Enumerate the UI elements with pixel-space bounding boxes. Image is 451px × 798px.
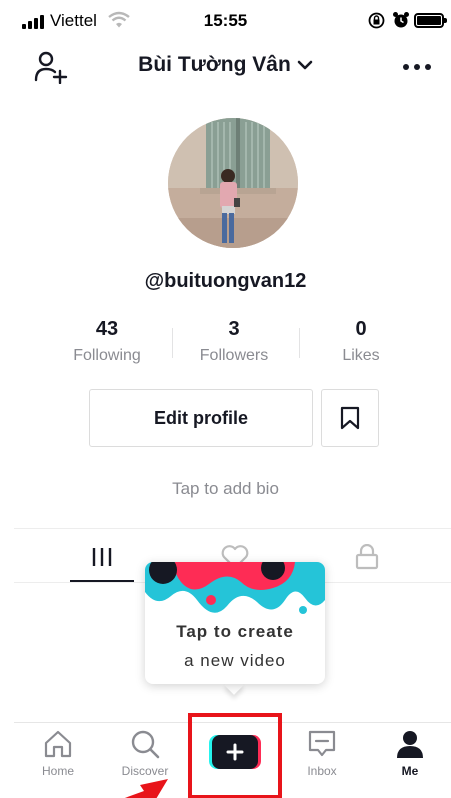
likes-label: Likes	[342, 347, 380, 364]
profile-handle: @buituongvan12	[144, 270, 307, 292]
tabs-divider	[14, 528, 451, 529]
stat-followers[interactable]: 3 Followers	[174, 318, 294, 365]
nav-inbox[interactable]: Inbox	[287, 728, 357, 788]
nav-inbox-label: Inbox	[307, 764, 337, 778]
battery-icon	[414, 13, 447, 28]
followers-count: 3	[228, 318, 240, 340]
tab-private[interactable]	[347, 540, 387, 574]
nav-me[interactable]: Me	[375, 728, 445, 788]
tooltip-subtitle: a new video	[184, 651, 286, 670]
more-icon[interactable]	[402, 63, 432, 71]
tab-videos[interactable]	[82, 540, 122, 574]
nav-home-label: Home	[41, 764, 74, 778]
followers-label: Followers	[199, 347, 269, 364]
create-button-highlight	[188, 713, 282, 798]
favorites-button[interactable]	[321, 389, 379, 447]
bio-placeholder[interactable]: Tap to add bio	[0, 479, 451, 499]
stat-divider	[172, 328, 173, 358]
left-edge	[0, 0, 14, 798]
pointer-arrow-icon	[124, 779, 168, 798]
edit-profile-button[interactable]: Edit profile	[89, 389, 313, 447]
stat-following[interactable]: 43 Following	[47, 318, 167, 365]
account-switcher[interactable]: Bùi Tường Vân	[0, 53, 451, 77]
avatar[interactable]	[168, 118, 298, 248]
inbox-icon	[308, 730, 336, 757]
username: Bùi Tường Vân	[138, 53, 291, 76]
create-tooltip[interactable]: Tap to create a new video	[145, 562, 325, 684]
videos-grid-icon	[92, 548, 112, 566]
chevron-down-icon	[297, 60, 313, 70]
tooltip-illustration	[145, 562, 325, 628]
alarm-icon	[393, 12, 409, 28]
likes-count: 0	[355, 318, 367, 340]
nav-me-label: Me	[401, 764, 419, 778]
search-icon	[131, 730, 160, 759]
tooltip-title: Tap to create	[176, 622, 294, 641]
status-bar: Viettel 15:55	[0, 0, 451, 40]
rotation-lock-icon	[368, 12, 385, 29]
home-icon	[44, 730, 72, 758]
nav-home[interactable]: Home	[23, 728, 93, 788]
stat-divider	[299, 328, 300, 358]
private-lock-icon	[355, 544, 379, 570]
bookmark-icon	[340, 406, 360, 430]
profile-icon	[397, 731, 423, 758]
stat-likes[interactable]: 0 Likes	[301, 318, 421, 365]
following-count: 43	[95, 318, 119, 340]
following-label: Following	[73, 347, 141, 364]
